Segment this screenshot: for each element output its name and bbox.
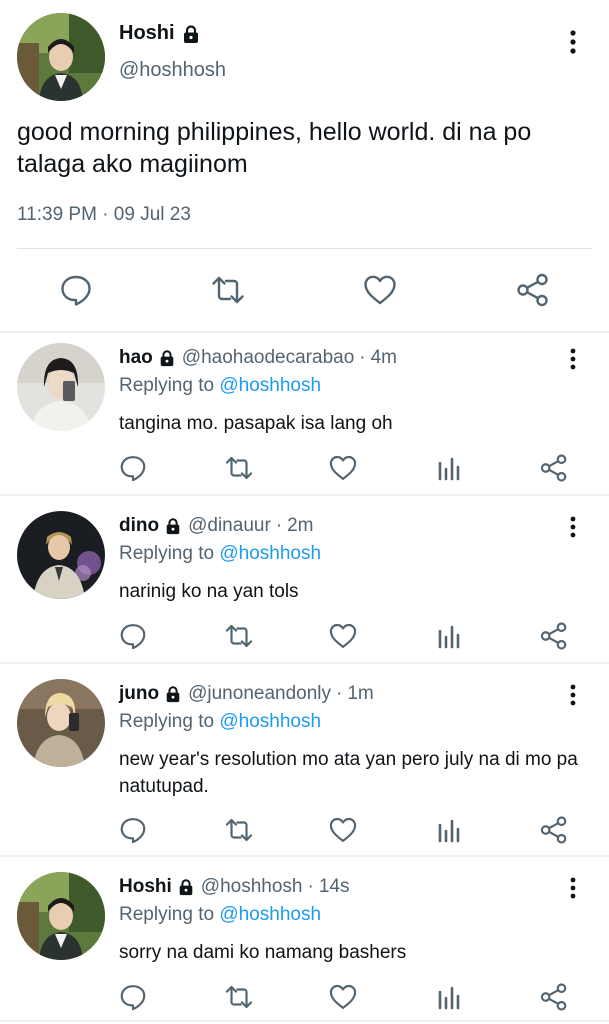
- reply-actions: [0, 617, 609, 657]
- replying-prefix: Replying to: [119, 543, 215, 564]
- reply-tweet[interactable]: Hoshi @hoshhosh · 14s Replying to @hoshh…: [0, 862, 609, 1024]
- mention-link[interactable]: @hoshhosh: [219, 711, 321, 732]
- reply-time[interactable]: 4m: [371, 347, 397, 369]
- comment-icon[interactable]: [118, 815, 148, 845]
- reply-text: tangina mo. pasapak isa lang oh: [119, 413, 393, 434]
- retweet-icon[interactable]: [224, 982, 254, 1012]
- lock-icon: [177, 878, 195, 896]
- replying-prefix: Replying to: [119, 904, 215, 925]
- mention-link[interactable]: @hoshhosh: [219, 375, 321, 396]
- reply-text: sorry na dami ko namang bashers: [119, 942, 407, 963]
- separator-dot: ·: [275, 515, 283, 536]
- divider: [0, 855, 609, 857]
- lock-icon: [181, 24, 201, 44]
- reply-tweet[interactable]: hao @haohaodecarabao · 4m Replying to @h…: [0, 333, 609, 501]
- avatar[interactable]: [17, 511, 105, 599]
- lock-icon: [164, 517, 182, 535]
- share-icon[interactable]: [539, 982, 569, 1012]
- share-icon[interactable]: [539, 453, 569, 483]
- mention-link[interactable]: @hoshhosh: [219, 904, 321, 925]
- comment-icon[interactable]: [118, 621, 148, 651]
- reply-text: new year's resolution mo ata yan pero ju…: [119, 749, 578, 797]
- divider: [17, 248, 592, 249]
- reply-text: narinig ko na yan tols: [119, 581, 299, 602]
- replying-to: Replying to @hoshhosh: [119, 711, 321, 733]
- replying-prefix: Replying to: [119, 375, 215, 396]
- reply-tweet[interactable]: juno @junoneandonly · 1m Replying to @ho…: [0, 669, 609, 844]
- user-handle[interactable]: @junoneandonly: [188, 683, 331, 705]
- mention-link[interactable]: @hoshhosh: [219, 543, 321, 564]
- comment-icon[interactable]: [58, 272, 94, 308]
- analytics-icon[interactable]: [434, 453, 464, 483]
- lock-icon: [158, 349, 176, 367]
- analytics-icon[interactable]: [434, 982, 464, 1012]
- heart-icon[interactable]: [362, 272, 398, 308]
- heart-icon[interactable]: [328, 982, 358, 1012]
- separator-dot: ·: [359, 347, 366, 368]
- divider: [0, 1020, 609, 1022]
- avatar[interactable]: [17, 13, 105, 101]
- user-handle[interactable]: @dinauur: [188, 515, 271, 537]
- avatar[interactable]: [17, 343, 105, 431]
- separator-dot: ·: [307, 876, 314, 897]
- share-icon[interactable]: [515, 272, 551, 308]
- tweet-actions: [0, 262, 609, 318]
- display-name[interactable]: hao: [119, 347, 153, 369]
- share-icon[interactable]: [539, 621, 569, 651]
- display-name[interactable]: juno: [119, 683, 159, 705]
- reply-tweet[interactable]: dino @dinauur · 2m Replying to @hoshhosh…: [0, 501, 609, 669]
- lock-icon: [164, 685, 182, 703]
- user-handle[interactable]: @haohaodecarabao: [182, 347, 354, 369]
- more-vertical-icon[interactable]: [560, 345, 586, 375]
- tweet-timestamp[interactable]: 11:39 PM · 09 Jul 23: [17, 204, 191, 226]
- divider: [0, 494, 609, 496]
- more-vertical-icon[interactable]: [560, 681, 586, 711]
- heart-icon[interactable]: [328, 453, 358, 483]
- replying-to: Replying to @hoshhosh: [119, 904, 321, 926]
- replying-prefix: Replying to: [119, 711, 215, 732]
- comment-icon[interactable]: [118, 453, 148, 483]
- avatar[interactable]: [17, 679, 105, 767]
- heart-icon[interactable]: [328, 621, 358, 651]
- separator-dot: ·: [336, 683, 343, 704]
- more-vertical-icon[interactable]: [558, 26, 588, 60]
- reply-actions: [0, 449, 609, 489]
- display-name[interactable]: Hoshi: [119, 876, 172, 898]
- more-vertical-icon[interactable]: [560, 874, 586, 904]
- display-name[interactable]: dino: [119, 515, 159, 537]
- display-name[interactable]: Hoshi: [119, 22, 175, 45]
- user-handle[interactable]: @hoshhosh: [119, 59, 226, 82]
- replying-to: Replying to @hoshhosh: [119, 375, 321, 397]
- divider: [0, 662, 609, 664]
- analytics-icon[interactable]: [434, 815, 464, 845]
- reply-actions: [0, 811, 609, 851]
- main-tweet: Hoshi @hoshhosh good morning philippines…: [0, 0, 609, 332]
- reply-actions: [0, 978, 609, 1018]
- reply-time[interactable]: 2m: [287, 515, 313, 537]
- heart-icon[interactable]: [328, 815, 358, 845]
- more-vertical-icon[interactable]: [560, 513, 586, 543]
- share-icon[interactable]: [539, 815, 569, 845]
- retweet-icon[interactable]: [224, 453, 254, 483]
- avatar[interactable]: [17, 872, 105, 960]
- reply-time[interactable]: 1m: [347, 683, 373, 705]
- retweet-icon[interactable]: [224, 815, 254, 845]
- reply-time[interactable]: 14s: [319, 876, 350, 898]
- retweet-icon[interactable]: [210, 272, 246, 308]
- retweet-icon[interactable]: [224, 621, 254, 651]
- user-handle[interactable]: @hoshhosh: [201, 876, 303, 898]
- tweet-text: good morning philippines, hello world. d…: [17, 118, 532, 178]
- replying-to: Replying to @hoshhosh: [119, 543, 321, 565]
- comment-icon[interactable]: [118, 982, 148, 1012]
- analytics-icon[interactable]: [434, 621, 464, 651]
